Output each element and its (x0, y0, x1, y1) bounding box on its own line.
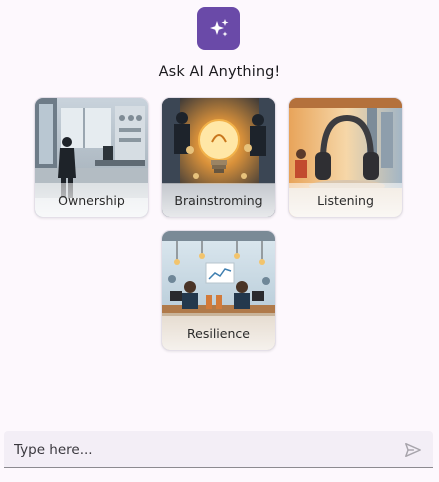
topic-label: Listening (289, 183, 402, 217)
app-logo (197, 7, 240, 50)
topic-card-ownership[interactable]: Ownership (34, 97, 149, 218)
message-composer (4, 431, 433, 468)
message-input[interactable] (4, 431, 384, 468)
send-button[interactable] (403, 440, 423, 460)
topic-card-listening[interactable]: Listening (288, 97, 403, 218)
topic-label: Resilience (162, 316, 275, 350)
topic-label: Ownership (35, 183, 148, 217)
app-root: Ask AI Anything! Ownership Brainstroming… (0, 0, 439, 482)
send-icon (405, 442, 421, 458)
sparkles-icon (209, 18, 228, 36)
topic-card-resilience[interactable]: Resilience (161, 230, 276, 351)
page-title: Ask AI Anything! (158, 64, 281, 80)
topic-label: Brainstroming (162, 183, 275, 217)
topic-card-brainstroming[interactable]: Brainstroming (161, 97, 276, 218)
